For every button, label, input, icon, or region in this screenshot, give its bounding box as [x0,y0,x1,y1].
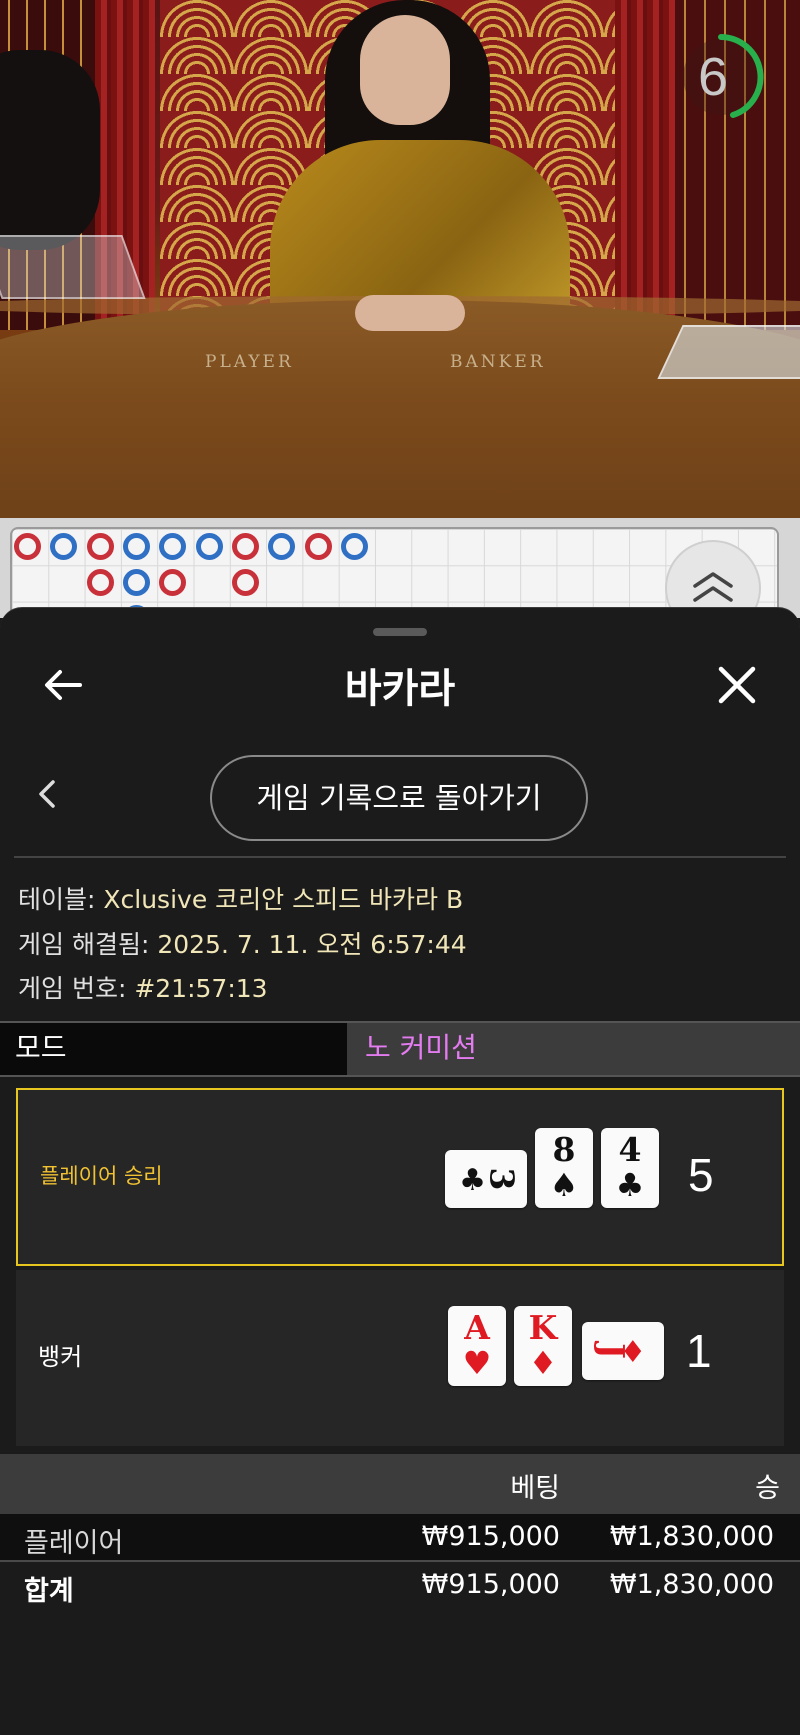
player-card-1: ♣3 [445,1150,527,1208]
countdown-value: 6 [697,47,729,107]
sheet-title: 바카라 [344,666,456,712]
player-hand: 플레이어 승리 ♣3 8 ♠ 4 ♣ 5 [16,1088,784,1266]
card-shoe-left [0,235,146,299]
bead-banker [87,533,114,560]
bead-banker [159,569,186,596]
player-score: 5 [688,1149,714,1201]
close-button[interactable] [712,660,762,710]
card-suit: ♣ [615,1166,645,1204]
info-table-label: 테이블: [18,885,96,914]
bead-banker [305,533,332,560]
divider [14,856,786,858]
bead-player [123,533,150,560]
player-result-label: 플레이어 승리 [40,1164,163,1188]
table-player-text: PLAYER [205,352,294,372]
card-shoe-right [657,325,800,379]
sheet-drag-handle[interactable] [373,628,427,636]
banker-label: 뱅커 [38,1343,83,1371]
row-bet: ₩915,000 [421,1521,560,1552]
player-card-2: 8 ♠ [535,1128,593,1208]
banker-card-2: K ♦ [514,1306,572,1386]
info-table-value: Xclusive 코리안 스피드 바카라 B [103,885,464,914]
bets-header-bet: 베팅 [510,1473,560,1504]
player-card-3: 4 ♣ [601,1128,659,1208]
bets-header: 베팅 승 [0,1454,800,1514]
dealer-face [360,15,450,125]
info-number-label: 게임 번호: [18,974,127,1003]
info-resolved-label: 게임 해결됨: [18,930,150,959]
table-row-total: 합계 ₩915,000 ₩1,830,000 [0,1562,800,1608]
banker-card-1: A ♥ [448,1306,506,1386]
bead-player [196,533,223,560]
info-resolved: 게임 해결됨: 2025. 7. 11. 오전 6:57:44 [18,925,467,961]
bead-player [268,533,295,560]
card-rank: 8 [552,1130,576,1169]
card-suit: ♦ [528,1344,558,1382]
info-number-value: #21:57:13 [134,974,268,1003]
previous-button[interactable] [30,776,66,812]
row-label: 플레이어 [24,1528,124,1559]
return-to-history-button[interactable]: 게임 기록으로 돌아가기 [210,755,588,841]
close-icon [718,666,756,704]
row-win: ₩1,830,000 [609,1569,774,1600]
card-rank: K [528,1308,558,1347]
banker-card-3: J♦ [582,1322,664,1380]
info-game-number: 게임 번호: #21:57:13 [18,969,268,1005]
row-win: ₩1,830,000 [609,1521,774,1552]
live-video: PLAYER BANKER 6 [0,0,800,518]
card-suit: ♥ [462,1344,492,1382]
bets-header-win: 승 [755,1473,780,1504]
table-banker-text: BANKER [450,352,546,372]
mode-label: 모드 [0,1023,347,1075]
curtain-right [615,0,675,330]
dealer-hands [355,295,465,331]
card-rank: A [464,1308,490,1347]
bead-player [341,533,368,560]
game-history-sheet: 바카라 게임 기록으로 돌아가기 테이블: Xclusive 코리안 스피드 바… [0,607,800,1735]
bead-banker [232,569,259,596]
banker-score: 1 [686,1325,712,1377]
bead-player [123,569,150,596]
chevron-left-icon [39,780,55,808]
bead-banker [87,569,114,596]
table-row: 플레이어 ₩915,000 ₩1,830,000 [0,1514,800,1562]
card-rank: 3 [482,1167,522,1191]
bead-player [50,533,77,560]
bead-banker [232,533,259,560]
row-bet: ₩915,000 [421,1569,560,1600]
bead-player [159,533,186,560]
row-label: 합계 [24,1576,74,1607]
mode-row: 모드 노 커미션 [0,1021,800,1077]
card-suit: ♠ [549,1166,579,1204]
bead-banker [14,533,41,560]
card-rank: 4 [618,1130,642,1169]
side-dealer [0,50,100,250]
mode-value: 노 커미션 [365,1031,477,1064]
banker-hand: 뱅커 A ♥ K ♦ J♦ 1 [16,1270,784,1446]
info-table: 테이블: Xclusive 코리안 스피드 바카라 B [18,880,463,916]
info-resolved-value: 2025. 7. 11. 오전 6:57:44 [157,930,467,959]
double-chevron-up-icon [693,572,733,602]
card-rank: J [592,1343,632,1359]
